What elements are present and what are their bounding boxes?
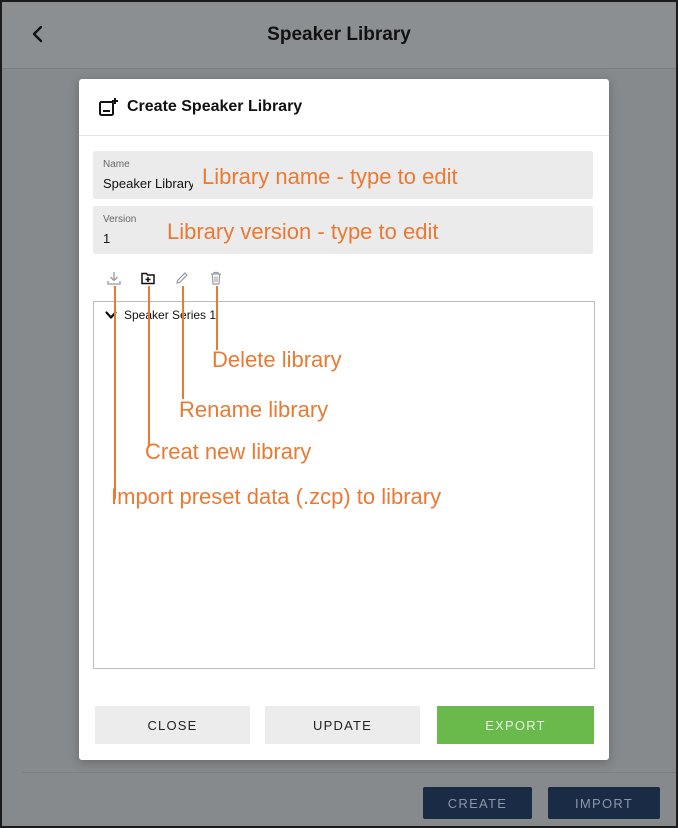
dialog-title: Create Speaker Library (127, 98, 303, 115)
close-button[interactable]: CLOSE (95, 706, 250, 744)
annotation-name: Library name - type to edit (202, 164, 458, 189)
page-title: Speaker Library (267, 24, 411, 45)
annotation-import: Import preset data (.zcp) to library (111, 484, 442, 509)
footer-divider (22, 772, 676, 773)
leader-line-rename (182, 286, 184, 399)
annotation-version: Library version - type to edit (167, 219, 439, 244)
delete-library-button[interactable] (207, 269, 225, 287)
pencil-icon (176, 272, 188, 284)
import-button[interactable]: IMPORT (548, 787, 660, 819)
import-data-button[interactable] (105, 269, 123, 287)
annotation-new: Creat new library (145, 439, 312, 464)
annotation-rename: Rename library (179, 397, 329, 422)
leader-line-import (114, 286, 116, 499)
library-add-icon (99, 98, 118, 116)
update-button[interactable]: UPDATE (265, 706, 420, 744)
name-field-label: Name (103, 159, 130, 170)
export-button[interactable]: EXPORT (437, 706, 594, 744)
app-window: Speaker Library CREATE IMPORT Create Spe… (0, 0, 678, 828)
leader-line-new (148, 286, 150, 446)
tree-item-label: Speaker Series 1 (124, 308, 217, 322)
annotation-delete: Delete library (212, 347, 342, 372)
name-input[interactable] (103, 176, 193, 191)
chevron-down-icon[interactable] (104, 308, 118, 322)
tree-item[interactable]: Speaker Series 1 (104, 308, 216, 322)
trash-icon (211, 271, 221, 285)
rename-library-button[interactable] (173, 269, 191, 287)
download-icon (107, 272, 121, 285)
version-field-label: Version (103, 214, 137, 225)
app-header: Speaker Library (2, 2, 676, 69)
new-library-button[interactable] (139, 269, 157, 287)
leader-line-delete (216, 286, 218, 350)
create-library-dialog: Create Speaker Library Name Library name… (79, 79, 609, 760)
dialog-header: Create Speaker Library (79, 79, 609, 136)
folder-plus-icon (141, 272, 155, 285)
create-button[interactable]: CREATE (423, 787, 532, 819)
